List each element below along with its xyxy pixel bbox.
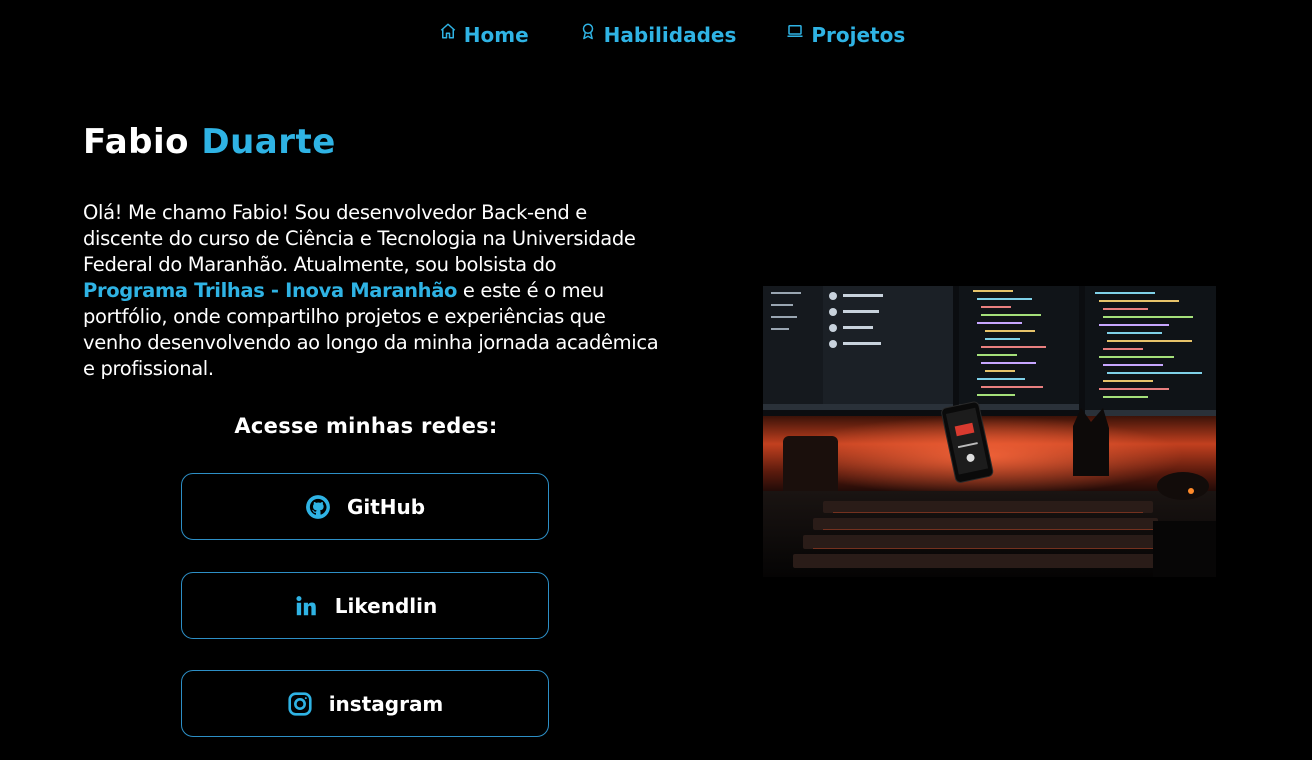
award-icon [579, 22, 597, 40]
home-icon [439, 22, 457, 40]
nav-habilidades-label: Habilidades [603, 23, 737, 47]
nav-home[interactable]: Home [439, 18, 529, 52]
portfolio-page: Home Habilidades Projetos Fabio Duarte O… [0, 0, 1312, 760]
instagram-label: instagram [328, 691, 444, 716]
instagram-icon [287, 691, 313, 717]
nav-habilidades[interactable]: Habilidades [579, 18, 737, 52]
social-heading: Acesse minhas redes: [234, 414, 498, 438]
github-label: GitHub [346, 494, 426, 519]
page-title: Fabio Duarte [83, 122, 336, 162]
github-icon [305, 494, 331, 520]
linkedin-label: Likendlin [334, 593, 438, 618]
instagram-button[interactable]: instagram [181, 670, 549, 737]
laptop-icon [786, 22, 804, 40]
intro-paragraph: Olá! Me chamo Fabio! Sou desenvolvedor B… [83, 200, 663, 382]
nav-projetos[interactable]: Projetos [786, 18, 905, 52]
hero-image-desk-setup [763, 286, 1216, 577]
github-button[interactable]: GitHub [181, 473, 549, 540]
linkedin-icon [293, 593, 319, 619]
nav-home-label: Home [463, 23, 529, 47]
program-link[interactable]: Programa Trilhas - Inova Maranhão [83, 279, 457, 302]
top-nav: Home Habilidades Projetos [0, 18, 1312, 52]
nav-projetos-label: Projetos [811, 23, 906, 47]
intro-text-before: Olá! Me chamo Fabio! Sou desenvolvedor B… [83, 201, 636, 276]
linkedin-button[interactable]: Likendlin [181, 572, 549, 639]
first-name: Fabio [83, 122, 190, 162]
last-name: Duarte [201, 122, 336, 162]
